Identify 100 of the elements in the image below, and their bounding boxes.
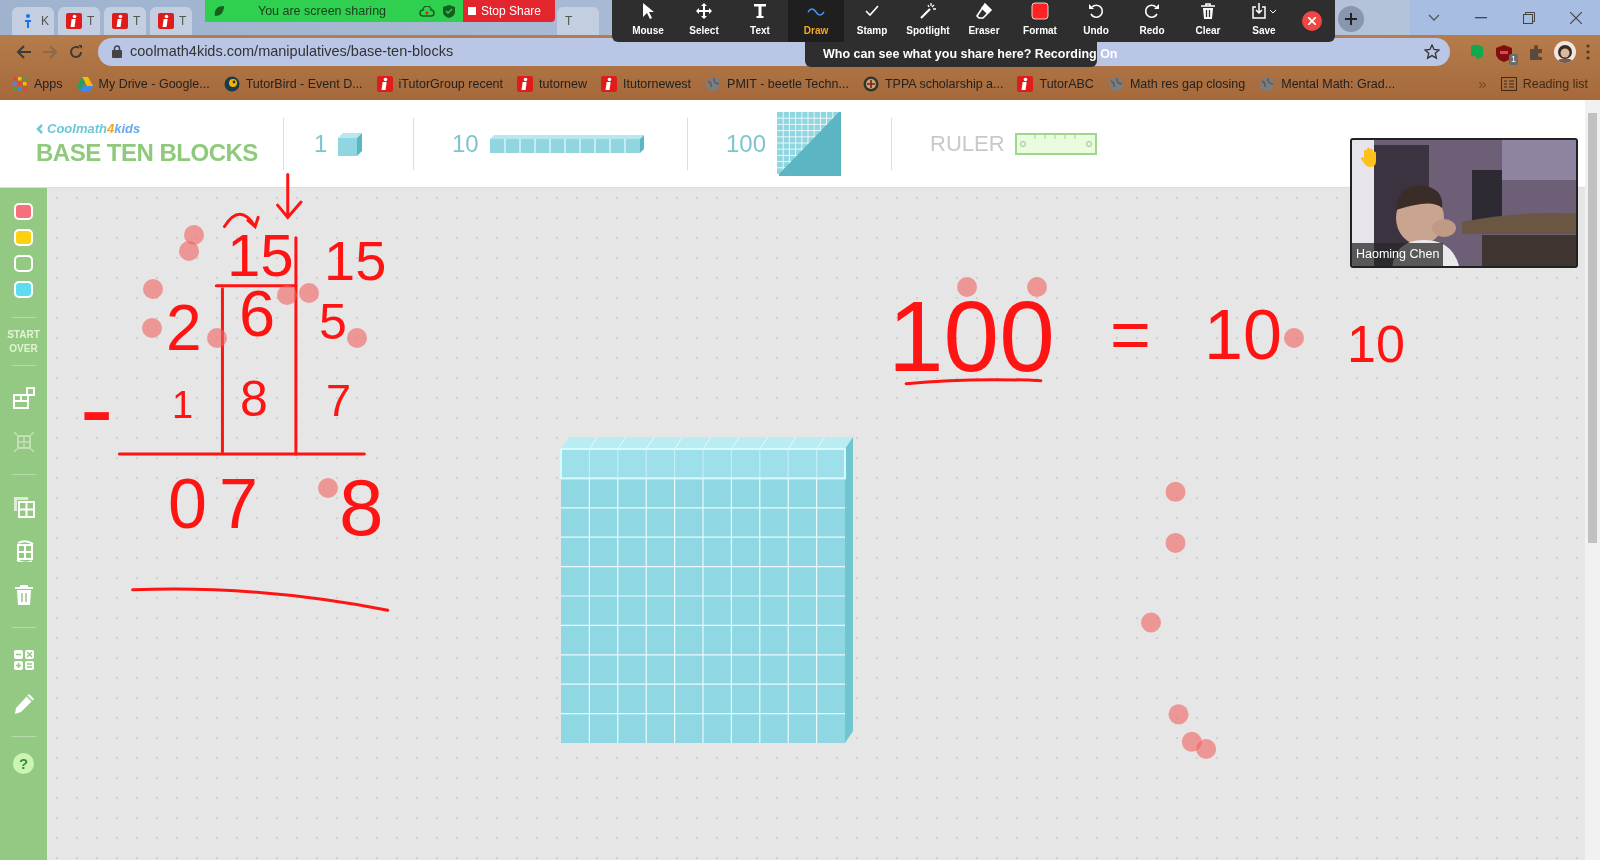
close-icon[interactable] xyxy=(1570,11,1583,24)
new-tab-button[interactable] xyxy=(1338,6,1364,32)
bookmark[interactable]: iTutorGroup recent xyxy=(376,74,504,94)
pen-dot xyxy=(957,277,977,297)
pencil-icon[interactable] xyxy=(12,693,35,715)
close-annotation-button[interactable] xyxy=(1302,11,1322,31)
block-label: 10 xyxy=(452,128,479,159)
pen-dot xyxy=(1196,739,1217,759)
unit-cube-drawing[interactable] xyxy=(337,130,364,157)
math-operations-icon[interactable] xyxy=(12,649,35,671)
color-swatch[interactable] xyxy=(14,281,33,298)
info-icon xyxy=(601,76,617,92)
handwritten-text: = xyxy=(1110,309,1151,362)
bookmark[interactable]: PMIT - beetle Techn... xyxy=(705,74,849,94)
handwritten-text: 0 xyxy=(168,478,207,531)
cloud-icon xyxy=(419,5,435,17)
color-swatch[interactable] xyxy=(14,255,33,272)
participant-name: Haoming Chen xyxy=(1352,243,1444,266)
handwritten-text: 7 xyxy=(219,478,258,531)
leaf-icon xyxy=(213,5,225,17)
app-title: BASE TEN BLOCKS xyxy=(36,138,259,168)
bookmark[interactable]: My Drive - Google... xyxy=(76,74,210,94)
hundred-flat-drawing[interactable] xyxy=(776,110,843,177)
bookmark[interactable]: Apps xyxy=(12,74,63,94)
globe-icon xyxy=(1107,76,1124,92)
ten-rod-drawing[interactable] xyxy=(488,133,645,154)
blocks-icon[interactable] xyxy=(12,387,35,409)
reload-icon[interactable] xyxy=(68,43,84,60)
star-icon[interactable] xyxy=(1424,43,1440,60)
shield-icon[interactable] xyxy=(1496,44,1512,62)
hundred-block-drawing[interactable] xyxy=(560,436,853,744)
stop-square-icon xyxy=(468,7,476,15)
undo-icon xyxy=(1087,2,1105,20)
profile-avatar[interactable] xyxy=(1554,40,1576,63)
ink-arrow xyxy=(223,212,260,229)
puzzle-icon[interactable] xyxy=(1528,43,1544,60)
grid-icon xyxy=(12,76,28,92)
toolbar-button[interactable]: Draw xyxy=(788,0,844,42)
more-menu-icon[interactable] xyxy=(1586,43,1590,60)
bookmark[interactable]: Mental Math: Grad... xyxy=(1259,74,1396,94)
recording-notice[interactable]: Who can see what you share here? Recording On xyxy=(823,45,1118,64)
color-swatch[interactable] xyxy=(14,203,33,220)
url-text: coolmath4kids.com/manipulatives/base-ten-blocks xyxy=(130,41,454,61)
triangle-icon xyxy=(76,76,93,92)
pen-dot xyxy=(1181,731,1202,752)
pen-dot xyxy=(299,283,319,303)
close-icon xyxy=(1308,17,1316,25)
info-icon xyxy=(158,13,174,29)
trash-icon[interactable] xyxy=(12,584,35,606)
pen-dot xyxy=(1168,704,1189,725)
forward-arrow-icon[interactable] xyxy=(42,43,58,60)
chevron-down-icon[interactable] xyxy=(1427,13,1440,22)
info-icon xyxy=(66,13,82,29)
browser-tab[interactable]: T xyxy=(557,7,599,35)
download-icon xyxy=(1251,2,1269,20)
list-icon xyxy=(1500,77,1517,91)
bookmark[interactable]: TPPA scholarship a... xyxy=(862,74,1004,94)
copy-grid-icon[interactable] xyxy=(12,496,35,518)
ruler-drawing[interactable] xyxy=(1014,131,1097,156)
bookmark[interactable]: TutorBird - Event D... xyxy=(223,74,363,94)
pen-dot xyxy=(347,328,367,348)
bookmark[interactable]: TutorABC xyxy=(1017,74,1094,94)
handwritten-text: 10 xyxy=(1347,325,1405,364)
crest-icon xyxy=(862,76,879,92)
lock-icon xyxy=(112,45,122,58)
browser-tab[interactable]: T xyxy=(104,7,146,35)
pen-dot xyxy=(277,285,297,305)
color-swatch[interactable] xyxy=(14,229,33,246)
bookmark[interactable]: Itutornewest xyxy=(601,74,692,94)
shield-check-icon xyxy=(443,4,455,18)
browser-tab[interactable]: K xyxy=(12,7,54,35)
restore-icon[interactable] xyxy=(1522,11,1535,24)
scrollbar-thumb[interactable] xyxy=(1588,113,1597,543)
handwritten-text: 5 xyxy=(319,304,347,342)
reading-list-button[interactable]: Reading list xyxy=(1500,74,1588,94)
pen-dot xyxy=(318,478,338,498)
handwritten-text: 2 xyxy=(166,304,202,352)
stop-share-button[interactable]: Stop Share xyxy=(463,0,555,22)
minimize-icon[interactable] xyxy=(1475,16,1488,19)
compress-grid-icon[interactable] xyxy=(12,431,35,453)
handwritten-text: 6 xyxy=(239,290,276,339)
globe-icon xyxy=(1259,76,1276,92)
pen-dot xyxy=(1165,532,1186,553)
badge: 1 xyxy=(1509,53,1518,65)
handwritten-text: 7 xyxy=(326,384,352,418)
move-icon xyxy=(695,2,713,20)
browser-tab[interactable]: T xyxy=(150,7,192,35)
help-button[interactable]: ? xyxy=(13,753,34,774)
block-label: 100 xyxy=(726,128,767,159)
chevron-left-icon[interactable] xyxy=(36,124,44,135)
back-arrow-icon[interactable] xyxy=(16,43,32,60)
eraser-icon xyxy=(975,2,993,20)
bookmark[interactable]: Math res gap closing xyxy=(1107,74,1246,94)
browser-tab[interactable]: T xyxy=(58,7,100,35)
redo-icon xyxy=(1143,2,1161,20)
ink-arrow xyxy=(276,173,303,220)
bookmark[interactable]: tutornew xyxy=(517,74,587,94)
color-square-icon xyxy=(1031,2,1049,20)
pen-dot xyxy=(1027,277,1047,297)
sharing-status: You are screen sharing xyxy=(256,2,388,20)
